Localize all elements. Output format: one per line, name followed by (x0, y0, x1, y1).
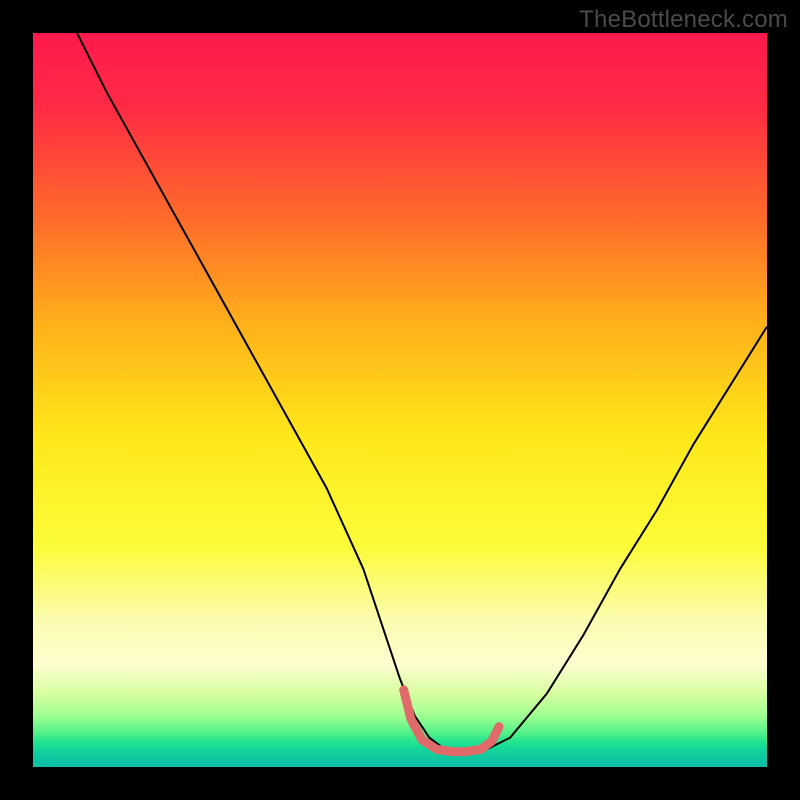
plot-background (33, 33, 767, 767)
watermark-text: TheBottleneck.com (579, 6, 788, 34)
bottleneck-chart (0, 0, 800, 800)
chart-frame: TheBottleneck.com (0, 0, 800, 800)
